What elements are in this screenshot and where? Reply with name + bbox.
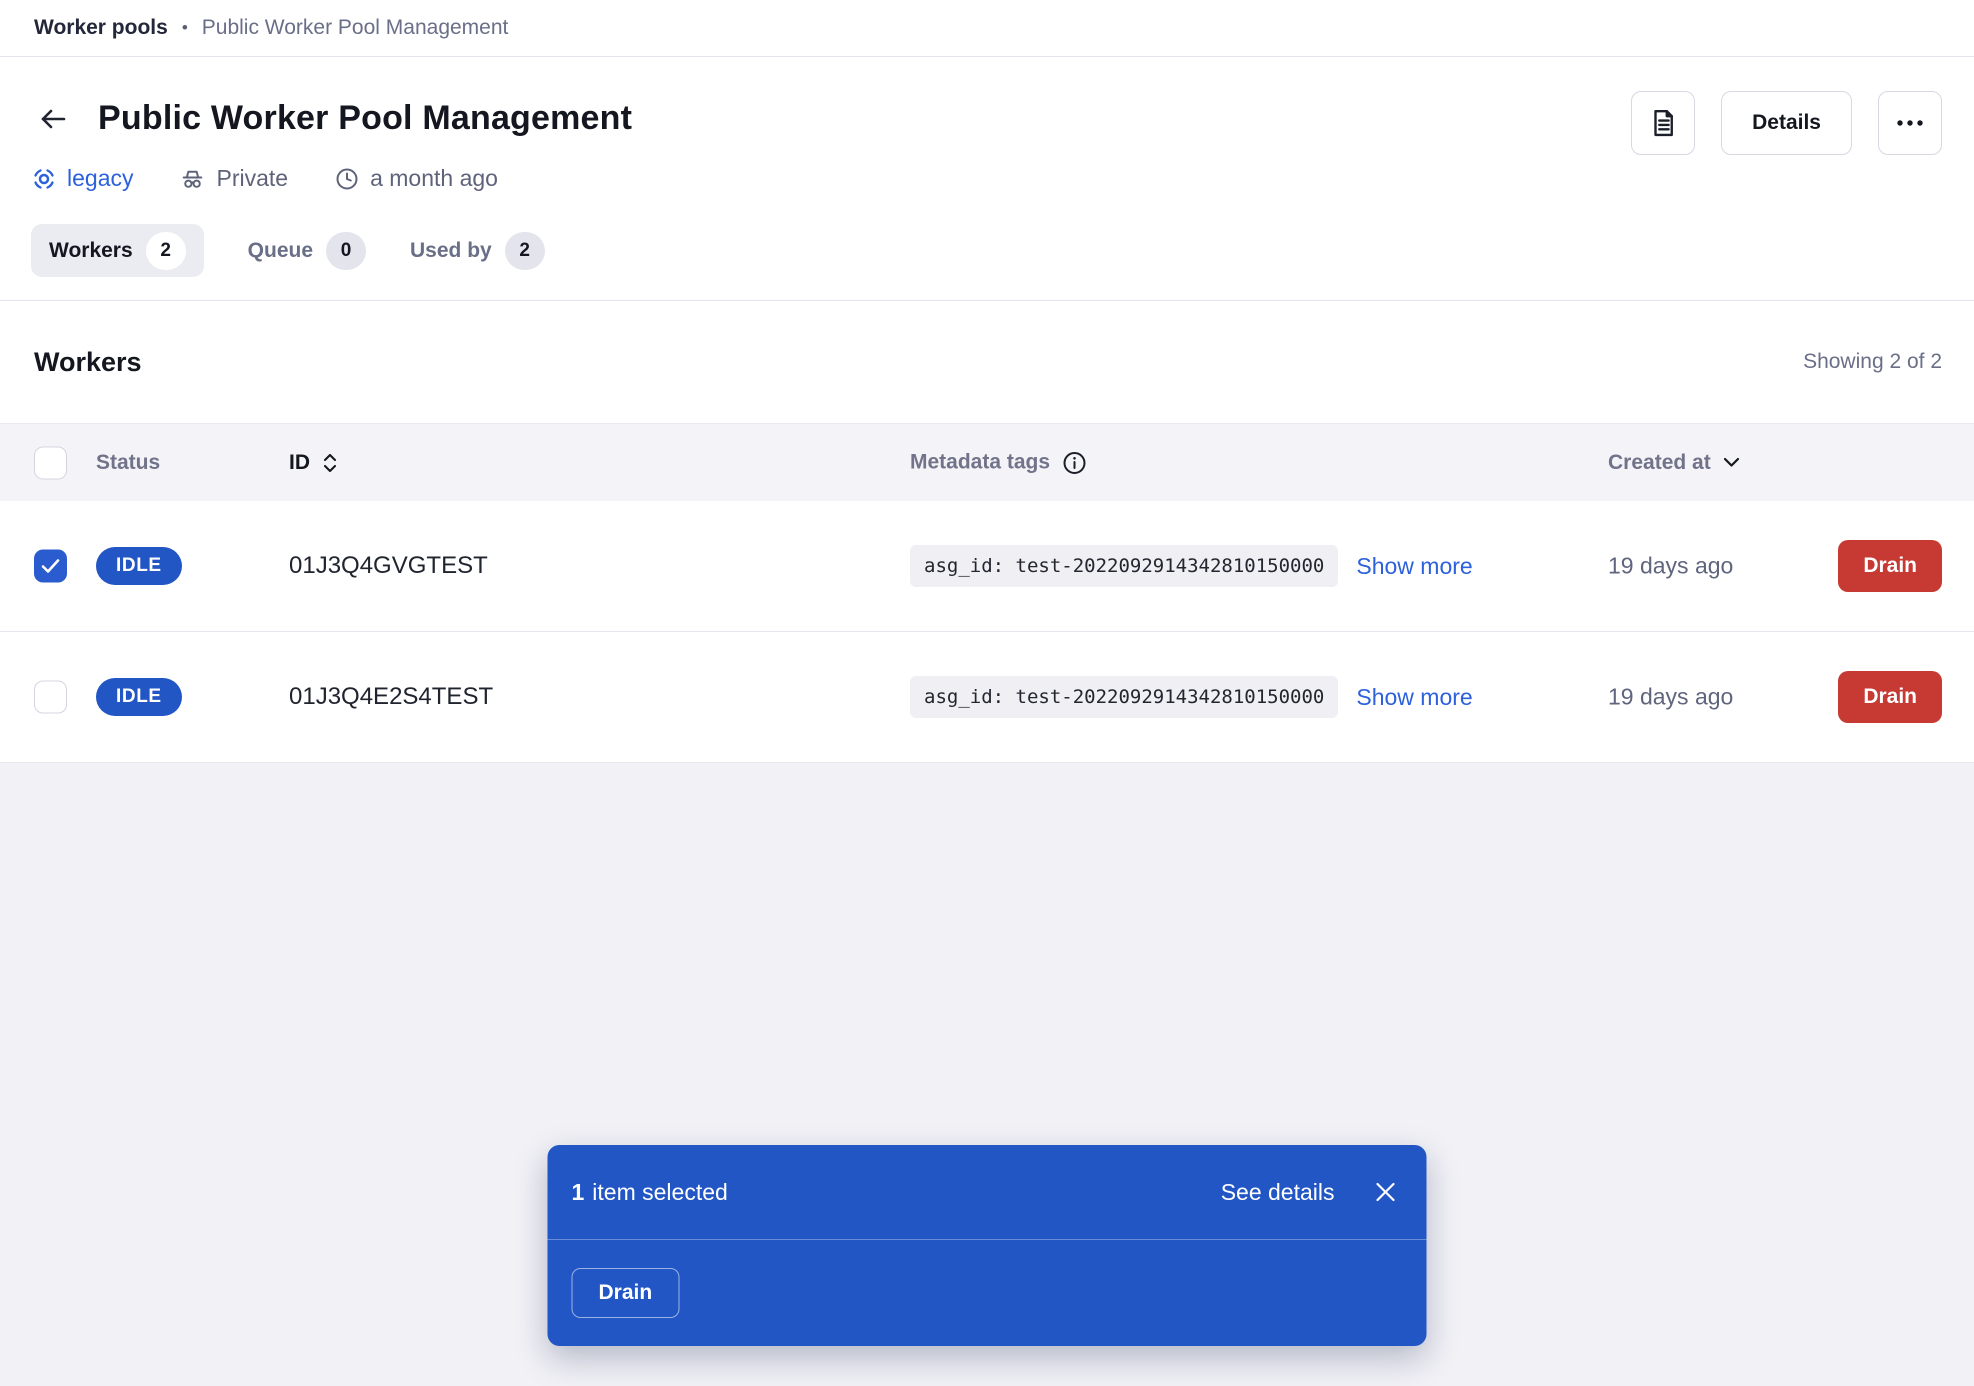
selection-summary: 1 item selected bbox=[572, 1179, 728, 1206]
selection-count: 1 bbox=[572, 1179, 585, 1206]
arrow-left-icon bbox=[36, 102, 70, 136]
id-column-header[interactable]: ID bbox=[289, 451, 338, 475]
row2-id-cell: 01J3Q4E2S4TEST bbox=[289, 683, 493, 711]
page-title: Public Worker Pool Management bbox=[98, 99, 632, 138]
info-icon[interactable] bbox=[1062, 450, 1087, 475]
pool-type-link[interactable]: legacy bbox=[31, 165, 133, 192]
ellipsis-icon bbox=[1896, 119, 1924, 127]
metadata-column-label: Metadata tags bbox=[910, 451, 1050, 475]
row2-worker-id: 01J3Q4E2S4TEST bbox=[289, 683, 493, 711]
chevron-down-icon bbox=[1723, 457, 1740, 468]
row1-status-badge: IDLE bbox=[96, 547, 182, 585]
tab-workers-count: 2 bbox=[146, 232, 186, 270]
back-button[interactable] bbox=[34, 100, 72, 138]
created-column-label: Created at bbox=[1608, 451, 1711, 475]
row2-status-badge: IDLE bbox=[96, 678, 182, 716]
row1-show-more-link[interactable]: Show more bbox=[1356, 553, 1472, 580]
row2-show-more-link[interactable]: Show more bbox=[1356, 684, 1472, 711]
table-header-row: Status ID Metadata tags Created at bbox=[0, 423, 1974, 501]
metadata-column-header: Metadata tags bbox=[910, 450, 1087, 475]
tab-queue-count: 0 bbox=[326, 232, 366, 270]
row1-created-cell: 19 days ago bbox=[1608, 553, 1733, 580]
row1-metadata-tag: asg_id: test-2022092914342810150000 bbox=[910, 545, 1338, 587]
bulk-drain-button[interactable]: Drain bbox=[572, 1268, 680, 1318]
pool-updated-label: a month ago bbox=[370, 165, 498, 192]
worker-pool-page: Worker pools • Public Worker Pool Manage… bbox=[0, 0, 1974, 1386]
row2-checkbox-cell bbox=[34, 681, 67, 714]
selection-label: item selected bbox=[592, 1179, 728, 1206]
row1-action-cell: Drain bbox=[1838, 540, 1942, 592]
worker-row-1: IDLE 01J3Q4GVGTEST asg_id: test-20220929… bbox=[0, 501, 1974, 632]
document-icon bbox=[1648, 108, 1678, 138]
row1-checkbox[interactable] bbox=[34, 550, 67, 583]
workers-section-bar: Workers Showing 2 of 2 bbox=[0, 301, 1974, 423]
see-details-link[interactable]: See details bbox=[1221, 1179, 1335, 1206]
row2-checkbox[interactable] bbox=[34, 681, 67, 714]
workers-section-title: Workers bbox=[34, 347, 142, 378]
tab-workers[interactable]: Workers 2 bbox=[31, 224, 204, 277]
worker-row-2: IDLE 01J3Q4E2S4TEST asg_id: test-2022092… bbox=[0, 632, 1974, 763]
row2-action-cell: Drain bbox=[1838, 671, 1942, 723]
incognito-icon bbox=[179, 165, 206, 192]
tab-used-by[interactable]: Used by 2 bbox=[410, 224, 545, 277]
created-column-header[interactable]: Created at bbox=[1608, 451, 1740, 475]
close-icon bbox=[1374, 1180, 1398, 1204]
row2-status-cell: IDLE bbox=[96, 678, 182, 716]
row2-created-at: 19 days ago bbox=[1608, 684, 1733, 711]
status-column-header: Status bbox=[96, 451, 160, 475]
select-all-checkbox[interactable] bbox=[34, 446, 67, 479]
row1-worker-id: 01J3Q4GVGTEST bbox=[289, 552, 488, 580]
tabs: Workers 2 Queue 0 Used by 2 bbox=[31, 224, 545, 277]
close-selection-button[interactable] bbox=[1373, 1179, 1399, 1205]
row1-metadata-cell: asg_id: test-2022092914342810150000 Show… bbox=[910, 545, 1473, 587]
row2-created-cell: 19 days ago bbox=[1608, 684, 1733, 711]
pool-meta-row: legacy Private bbox=[31, 165, 498, 192]
row1-status-cell: IDLE bbox=[96, 547, 182, 585]
more-actions-button[interactable] bbox=[1878, 91, 1942, 155]
selection-panel-actions: See details bbox=[1221, 1179, 1399, 1206]
pool-visibility: Private bbox=[179, 165, 288, 192]
tab-used-by-label: Used by bbox=[410, 239, 492, 263]
breadcrumb-current: Public Worker Pool Management bbox=[202, 16, 509, 40]
tab-queue-label: Queue bbox=[248, 239, 313, 263]
row2-drain-button[interactable]: Drain bbox=[1838, 671, 1942, 723]
breadcrumb: Worker pools • Public Worker Pool Manage… bbox=[0, 0, 1974, 57]
row2-metadata-cell: asg_id: test-2022092914342810150000 Show… bbox=[910, 676, 1473, 718]
header-actions: Details bbox=[1631, 91, 1942, 155]
row1-created-at: 19 days ago bbox=[1608, 553, 1733, 580]
row1-id-cell: 01J3Q4GVGTEST bbox=[289, 552, 488, 580]
row2-metadata-tag: asg_id: test-2022092914342810150000 bbox=[910, 676, 1338, 718]
status-column-label: Status bbox=[96, 451, 160, 475]
tab-used-by-count: 2 bbox=[505, 232, 545, 270]
pool-updated: a month ago bbox=[334, 165, 498, 192]
breadcrumb-separator: • bbox=[182, 18, 188, 38]
row1-drain-button[interactable]: Drain bbox=[1838, 540, 1942, 592]
page-header: Public Worker Pool Management Details bbox=[0, 57, 1974, 301]
selection-panel-body: Drain bbox=[548, 1240, 1427, 1345]
showing-count: Showing 2 of 2 bbox=[1803, 350, 1942, 374]
details-button[interactable]: Details bbox=[1721, 91, 1852, 155]
selection-panel: 1 item selected See details Drain bbox=[548, 1145, 1427, 1346]
breadcrumb-worker-pools[interactable]: Worker pools bbox=[34, 16, 168, 40]
checkmark-icon bbox=[41, 559, 60, 574]
id-column-label: ID bbox=[289, 451, 310, 475]
pool-type-label: legacy bbox=[67, 165, 133, 192]
pool-visibility-label: Private bbox=[216, 165, 288, 192]
row1-checkbox-cell bbox=[34, 550, 67, 583]
title-row: Public Worker Pool Management bbox=[34, 99, 632, 138]
tab-queue[interactable]: Queue 0 bbox=[248, 224, 366, 277]
tab-workers-label: Workers bbox=[49, 239, 133, 263]
notes-button[interactable] bbox=[1631, 91, 1695, 155]
sort-icon[interactable] bbox=[322, 452, 338, 474]
scan-target-icon bbox=[31, 166, 57, 192]
selection-panel-header: 1 item selected See details bbox=[548, 1145, 1427, 1240]
select-all-cell bbox=[34, 446, 67, 479]
clock-icon bbox=[334, 166, 360, 192]
